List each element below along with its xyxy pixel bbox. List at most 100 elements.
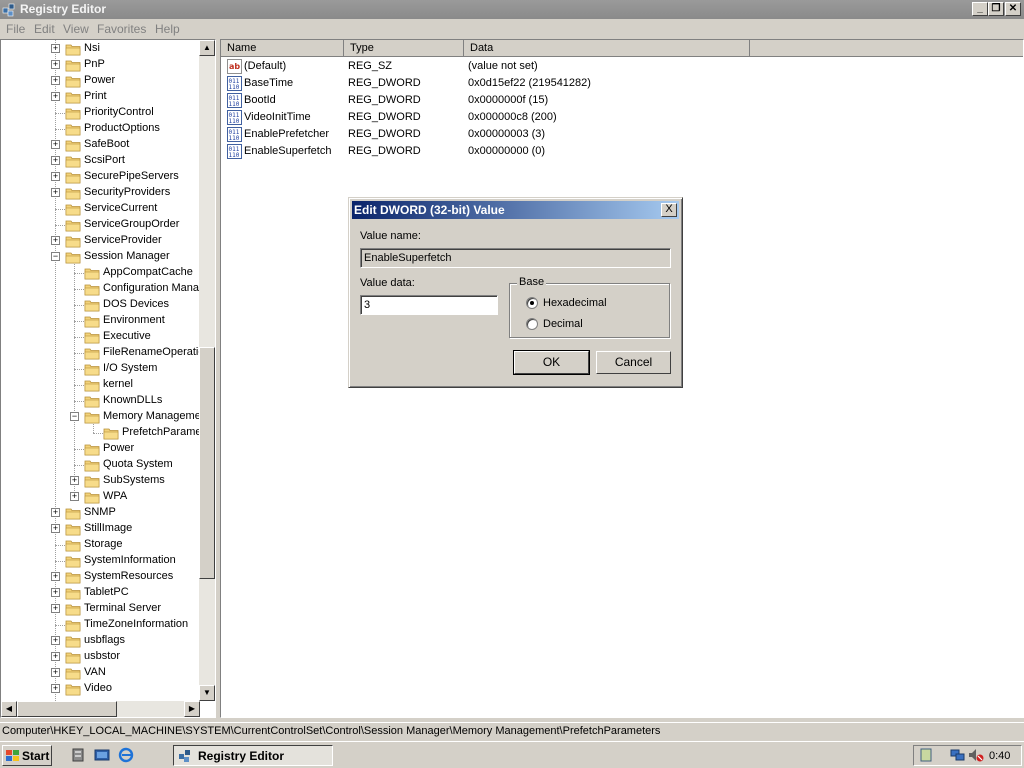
menu-edit[interactable]: Edit	[34, 22, 55, 36]
column-header-data[interactable]: Data	[464, 40, 750, 57]
value-data-input[interactable]: 3	[360, 295, 498, 315]
tree-connector	[55, 561, 65, 562]
cancel-button[interactable]: Cancel	[596, 351, 671, 374]
ok-button[interactable]: OK	[513, 350, 590, 375]
expand-icon[interactable]: +	[51, 572, 60, 581]
menu-view[interactable]: View	[63, 22, 89, 36]
show-desktop-icon[interactable]	[94, 747, 110, 763]
taskbar-registry-editor[interactable]: Registry Editor	[173, 745, 333, 766]
menu-file[interactable]: File	[6, 22, 25, 36]
folder-icon	[65, 76, 81, 88]
value-name: EnableSuperfetch	[244, 145, 332, 157]
value-name: VideoInitTime	[244, 111, 311, 123]
expand-icon[interactable]: +	[51, 668, 60, 677]
column-header-type[interactable]: Type	[344, 40, 464, 57]
expand-icon[interactable]: +	[51, 684, 60, 693]
scroll-down-button[interactable]: ▼	[199, 685, 215, 701]
scroll-right-button[interactable]: ▶	[184, 701, 200, 717]
expand-icon[interactable]: +	[51, 92, 60, 101]
value-type: REG_DWORD	[348, 145, 421, 157]
restore-button[interactable]: ❐	[988, 2, 1004, 16]
expand-icon[interactable]: +	[51, 44, 60, 53]
folder-icon	[65, 44, 81, 56]
folder-icon	[84, 364, 100, 376]
folder-icon	[65, 108, 81, 120]
scroll-up-button[interactable]: ▲	[199, 40, 215, 56]
tree-connector	[74, 321, 84, 322]
expand-icon[interactable]: +	[51, 172, 60, 181]
folder-icon	[84, 284, 100, 296]
binary-value-icon: 011110	[227, 110, 242, 125]
hexadecimal-label[interactable]: Hexadecimal	[543, 297, 607, 309]
tree-node-label: SafeBoot	[84, 138, 130, 150]
list-item[interactable]: 011 110 BootId REG_DWORD 0x0000000f (15)	[227, 92, 787, 109]
tree-node-label: kernel	[103, 378, 133, 390]
start-button[interactable]: Start	[2, 745, 52, 766]
expand-icon[interactable]: +	[51, 604, 60, 613]
minimize-button[interactable]: _	[972, 2, 988, 16]
expand-icon[interactable]: +	[70, 492, 79, 501]
volume-muted-icon[interactable]	[968, 748, 984, 763]
list-item[interactable]: 011 110 BaseTime REG_DWORD 0x0d15ef22 (21954…	[227, 75, 787, 92]
column-header-name[interactable]: Name	[221, 40, 344, 57]
expand-icon[interactable]: +	[51, 524, 60, 533]
tree-vertical-scrollbar[interactable]: ▲ ▼	[199, 40, 215, 701]
registry-tree-pane[interactable]: + Nsi + PnP + Power + Print PriorityControl Produ…	[0, 39, 216, 718]
tree-view: + Nsi + PnP + Power + Print PriorityControl Produ…	[1, 40, 200, 701]
expand-icon[interactable]: +	[51, 140, 60, 149]
menu-help[interactable]: Help	[155, 22, 180, 36]
server-manager-icon[interactable]	[71, 747, 87, 763]
collapse-icon[interactable]: −	[70, 412, 79, 421]
tree-guide-line	[74, 257, 75, 497]
tree-node-label: Memory Manageme	[103, 410, 200, 422]
internet-explorer-icon[interactable]	[118, 747, 134, 763]
value-name: EnablePrefetcher	[244, 128, 329, 140]
tree-node-label: Terminal Server	[84, 602, 162, 614]
svg-text:110: 110	[229, 118, 240, 125]
tree-connector	[74, 273, 84, 274]
svg-text:110: 110	[229, 84, 240, 91]
hexadecimal-radio[interactable]	[526, 297, 538, 309]
tree-connector	[74, 465, 84, 466]
scroll-thumb[interactable]	[199, 347, 215, 579]
expand-icon[interactable]: +	[51, 508, 60, 517]
close-window-button[interactable]: ✕	[1005, 2, 1021, 16]
value-data: 0x0000000f (15)	[468, 94, 549, 106]
expand-icon[interactable]: +	[51, 588, 60, 597]
scroll-left-button[interactable]: ◀	[1, 701, 17, 717]
decimal-radio[interactable]	[526, 318, 538, 330]
dialog-close-button[interactable]: X	[661, 203, 677, 217]
svg-text:ab: ab	[229, 62, 240, 71]
menu-favorites[interactable]: Favorites	[97, 22, 146, 36]
value-type: REG_DWORD	[348, 94, 421, 106]
tree-node-label: DOS Devices	[103, 298, 170, 310]
list-item[interactable]: 011 110 VideoInitTime REG_DWORD 0x000000c8 (…	[227, 109, 787, 126]
tree-node-label: Environment	[103, 314, 165, 326]
tree-node-label: ServiceProvider	[84, 234, 162, 246]
tree-horizontal-scrollbar[interactable]: ◀ ▶	[1, 701, 200, 717]
tree-node-label: WPA	[103, 490, 128, 502]
value-name-field[interactable]: EnableSuperfetch	[360, 248, 671, 268]
tree-node-label: Power	[103, 442, 135, 454]
expand-icon[interactable]: +	[51, 188, 60, 197]
expand-icon[interactable]: +	[51, 236, 60, 245]
expand-icon[interactable]: +	[51, 652, 60, 661]
expand-icon[interactable]: +	[51, 76, 60, 85]
expand-icon[interactable]: +	[70, 476, 79, 485]
binary-value-icon: 011110	[227, 76, 242, 91]
expand-icon[interactable]: +	[51, 60, 60, 69]
list-item[interactable]: ab (Default) REG_SZ (value not set)	[227, 58, 787, 75]
network-icon[interactable]	[950, 748, 966, 762]
list-item[interactable]: 011 110 EnablePrefetcher REG_DWORD 0x0000000…	[227, 126, 787, 143]
list-item[interactable]: 011 110 EnableSuperfetch REG_DWORD 0x0000000…	[227, 143, 787, 160]
tree-connector	[55, 225, 65, 226]
expand-icon[interactable]: +	[51, 636, 60, 645]
horizontal-scroll-thumb[interactable]	[17, 701, 117, 717]
value-name: BootId	[244, 94, 276, 106]
value-name: BaseTime	[244, 77, 294, 89]
string-value-icon: ab	[227, 59, 242, 74]
decimal-label[interactable]: Decimal	[543, 318, 583, 330]
collapse-icon[interactable]: −	[51, 252, 60, 261]
tray-app-icon[interactable]	[919, 748, 933, 762]
expand-icon[interactable]: +	[51, 156, 60, 165]
